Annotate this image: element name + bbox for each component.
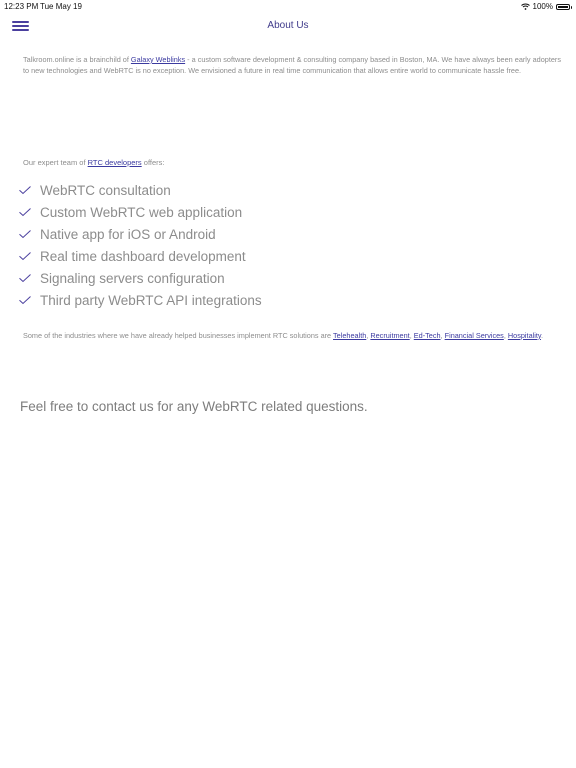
- team-text-start: Our expert team of: [23, 158, 88, 167]
- check-icon: [19, 274, 31, 283]
- status-date: Tue May 19: [40, 2, 82, 11]
- industries-text: Some of the industries where we have alr…: [23, 331, 334, 340]
- team-text-end: offers:: [141, 158, 165, 167]
- list-item: Custom WebRTC web application: [18, 201, 262, 223]
- period: .: [541, 331, 544, 340]
- check-icon: [19, 296, 31, 305]
- ed-tech-link[interactable]: Ed-Tech: [414, 331, 441, 340]
- check-icon: [19, 208, 31, 217]
- service-label: Real time dashboard development: [40, 248, 246, 264]
- service-label: WebRTC consultation: [40, 182, 171, 198]
- check-icon: [19, 252, 31, 261]
- list-item: Native app for iOS or Android: [18, 223, 262, 245]
- battery-percent: 100%: [532, 2, 553, 11]
- battery-icon: [556, 3, 572, 10]
- contact-message: Feel free to contact us for any WebRTC r…: [20, 399, 368, 414]
- intro-section: Talkroom.online is a brainchild of Galax…: [23, 54, 561, 76]
- status-bar: 12:23 PM Tue May 19 100%: [0, 0, 576, 12]
- hospitality-link[interactable]: Hospitality: [508, 331, 541, 340]
- financial-services-link[interactable]: Financial Services: [445, 331, 504, 340]
- industries-paragraph: Some of the industries where we have alr…: [23, 330, 561, 341]
- wifi-icon: [520, 3, 530, 10]
- status-right: 100%: [520, 2, 572, 11]
- galaxy-weblinks-link[interactable]: Galaxy Weblinks: [131, 55, 185, 64]
- list-item: Third party WebRTC API integrations: [18, 289, 262, 311]
- list-item: WebRTC consultation: [18, 179, 262, 201]
- recruitment-link[interactable]: Recruitment: [370, 331, 409, 340]
- team-line: Our expert team of RTC developers offers…: [23, 158, 164, 167]
- status-time: 12:23 PM: [4, 2, 39, 11]
- nav-bar: About Us: [0, 12, 576, 42]
- telehealth-link[interactable]: Telehealth: [333, 331, 366, 340]
- service-label: Native app for iOS or Android: [40, 226, 216, 242]
- list-item: Signaling servers configuration: [18, 267, 262, 289]
- check-icon: [19, 230, 31, 239]
- page-title: About Us: [267, 20, 309, 31]
- list-item: Real time dashboard development: [18, 245, 262, 267]
- service-label: Custom WebRTC web application: [40, 204, 243, 220]
- services-list: WebRTC consultation Custom WebRTC web ap…: [18, 179, 262, 311]
- service-label: Signaling servers configuration: [40, 270, 225, 286]
- intro-paragraph: Talkroom.online is a brainchild of Galax…: [23, 54, 561, 76]
- intro-text-start: Talkroom.online is a brainchild of: [23, 55, 131, 64]
- service-label: Third party WebRTC API integrations: [40, 292, 262, 308]
- check-icon: [19, 186, 31, 195]
- rtc-developers-link[interactable]: RTC developers: [88, 158, 142, 167]
